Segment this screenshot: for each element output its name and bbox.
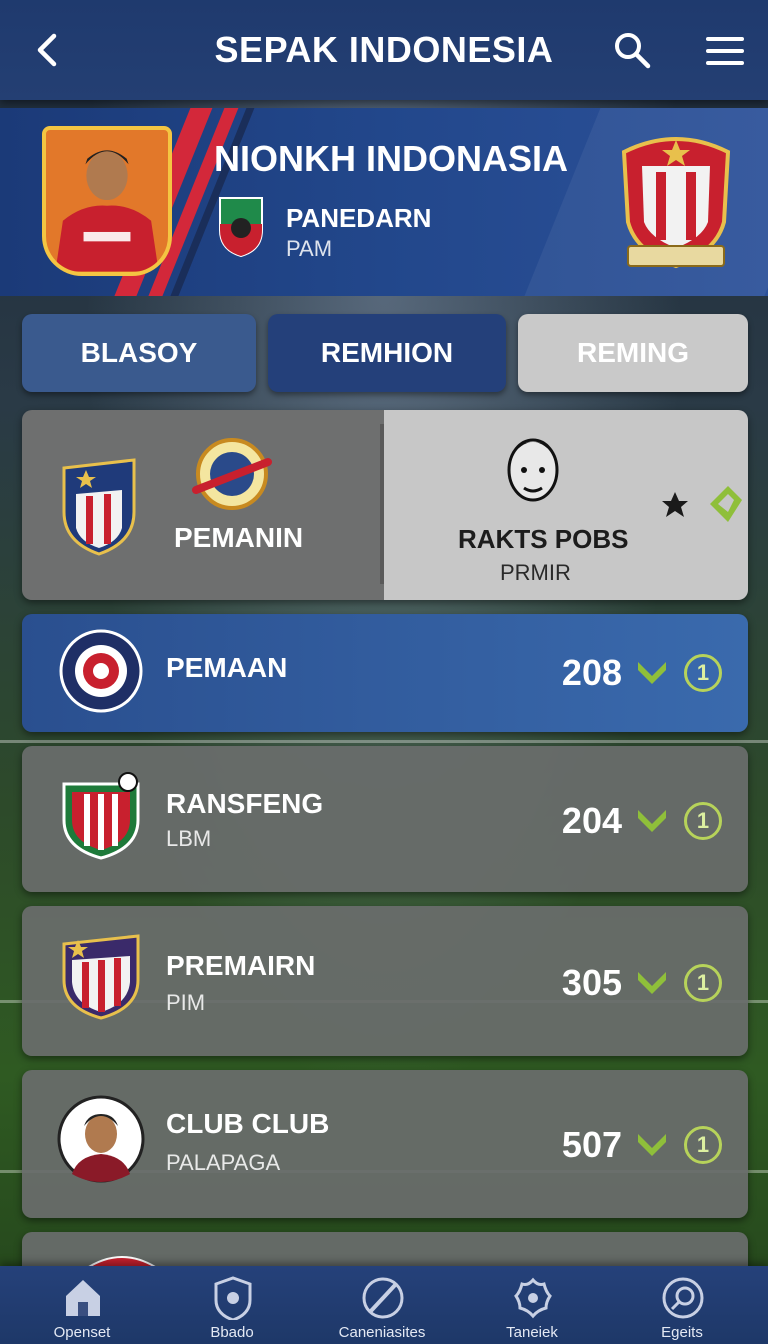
row-sub: PIM — [166, 990, 206, 1015]
featured-right-sub: PRMIR — [500, 560, 571, 585]
hero-club-sub: PAM — [286, 236, 333, 261]
player-avatar — [42, 126, 172, 276]
chevron-badge-icon — [710, 486, 742, 522]
list-item[interactable]: CLUB CLUB PALAPAGA 507 1 — [22, 1070, 748, 1218]
club-badge-icon — [219, 197, 263, 258]
home-icon — [66, 1280, 100, 1316]
featured-right-panel[interactable]: RAKTS POBS PRMIR — [384, 410, 748, 600]
nav-item-egeits[interactable]: Egeits — [612, 1266, 752, 1344]
nav-label: Caneniasites — [338, 1324, 426, 1341]
nav-label: Openset — [53, 1324, 111, 1341]
chevron-double-icon — [638, 1134, 666, 1156]
page-title: SEPAK INDONESIA — [214, 29, 554, 70]
rank-badge: 1 — [684, 1126, 722, 1164]
list-item[interactable]: PEMAAN 208 1 — [22, 614, 748, 732]
tab-reming[interactable]: REMING — [518, 314, 748, 392]
star-icon — [662, 492, 688, 517]
shield-icon — [214, 1276, 252, 1320]
bottom-nav: Openset Bbado Caneniasites Taneiek Egeit… — [0, 1266, 768, 1344]
ball-icon — [362, 1277, 404, 1319]
row-score: 305 — [561, 962, 622, 1003]
nav-item-bbado[interactable]: Bbado — [162, 1266, 302, 1344]
nav-label: Bbado — [210, 1324, 254, 1341]
tab-bar: BLASOY REMHION REMING — [22, 314, 748, 394]
nav-item-taneiek[interactable]: Taneiek — [462, 1266, 602, 1344]
search-circle-icon — [662, 1277, 704, 1319]
tab-remhion[interactable]: REMHION — [268, 314, 506, 392]
row-score: 208 — [561, 652, 622, 693]
featured-match-card[interactable]: PEMANIN RAKTS POBS PRMIR — [22, 410, 748, 600]
tab-blasoy[interactable]: BLASOY — [22, 314, 256, 392]
hero-banner[interactable]: NIONKH INDONASIA PANEDARN PAM — [0, 108, 768, 296]
rank-badge: 1 — [684, 802, 722, 840]
list-item[interactable]: RANSFENG LBM 204 1 — [22, 746, 748, 892]
player-portrait-icon — [507, 438, 559, 502]
club-crest-icon — [621, 137, 731, 269]
club-shield-icon — [62, 934, 140, 1020]
row-sub: PALAPAGA — [166, 1150, 281, 1175]
row-name: CLUB CLUB — [166, 1108, 330, 1139]
featured-left-panel[interactable]: PEMANIN — [22, 410, 384, 600]
back-arrow-icon[interactable] — [30, 30, 70, 70]
chevron-double-icon — [638, 810, 666, 832]
rank-badge: 1 — [684, 964, 722, 1002]
trophy-icon — [514, 1277, 552, 1319]
nav-label: Taneiek — [506, 1324, 558, 1341]
row-name: PEMAAN — [166, 652, 288, 683]
chevron-double-icon — [638, 662, 666, 684]
player-avatar-icon — [57, 1095, 145, 1183]
row-score: 507 — [561, 1124, 622, 1165]
list-item[interactable]: PREMAIRN PIM 305 1 — [22, 906, 748, 1056]
featured-left-label: PEMANIN — [174, 522, 304, 553]
nav-item-caneniasites[interactable]: Caneniasites — [312, 1266, 452, 1344]
chevron-double-icon — [638, 972, 666, 994]
search-icon[interactable] — [612, 30, 652, 70]
hamburger-menu-icon[interactable] — [704, 34, 746, 68]
row-name: PREMAIRN — [166, 950, 316, 981]
nav-label: Egeits — [661, 1324, 703, 1341]
row-score: 204 — [561, 800, 622, 841]
nav-item-openset[interactable]: Openset — [12, 1266, 152, 1344]
player-name: NIONKH INDONASIA — [214, 138, 569, 179]
club-shield-icon — [62, 772, 140, 860]
club-logo-icon — [59, 629, 143, 713]
ball-crest-icon — [192, 438, 272, 510]
top-app-bar: SEPAK INDONESIA — [0, 0, 768, 100]
club-shield-icon — [62, 458, 136, 556]
featured-right-title: RAKTS POBS — [458, 524, 629, 554]
row-name: RANSFENG — [166, 788, 324, 819]
row-sub: LBM — [166, 826, 212, 851]
rank-badge: 1 — [684, 654, 722, 692]
hero-club-name: PANEDARN — [286, 203, 432, 233]
